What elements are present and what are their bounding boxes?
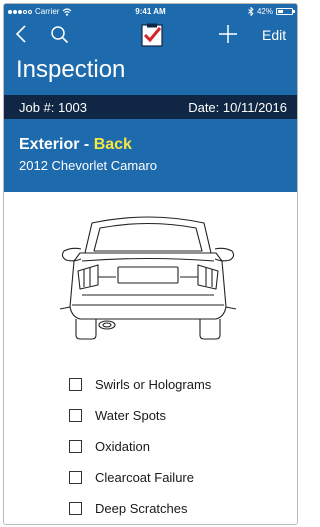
checklist-item-label: Swirls or Holograms (95, 376, 212, 392)
clipboard-check-logo-icon (141, 23, 163, 47)
plus-icon[interactable] (218, 24, 238, 44)
search-icon[interactable] (50, 25, 69, 44)
job-info-bar: Job #: 1003 Date: 10/11/2016 (4, 95, 297, 119)
checklist-item[interactable]: Swirls or Holograms (69, 374, 211, 394)
checkbox[interactable] (69, 470, 82, 484)
checklist-item-label: Deep Scratches (95, 500, 188, 516)
edit-button[interactable]: Edit (262, 27, 286, 43)
checkbox[interactable] (69, 408, 82, 422)
checklist-item[interactable]: Deep Scratches (69, 498, 188, 518)
job-date: Date: 10/11/2016 (188, 100, 287, 115)
job-number: Job #: 1003 (19, 100, 87, 115)
section-title: Exterior - Back (19, 136, 132, 154)
app-screen: Carrier 9:41 AM 42% Edit Inspection Job … (3, 3, 298, 525)
checklist-item-label: Clearcoat Failure (95, 469, 194, 485)
checkbox[interactable] (69, 439, 82, 453)
page-title: Inspection (16, 56, 126, 83)
status-bar: Carrier 9:41 AM 42% (4, 4, 297, 20)
vehicle-name: 2012 Chevorlet Camaro (19, 158, 158, 173)
car-rear-diagram[interactable] (52, 209, 244, 349)
checkbox[interactable] (69, 377, 82, 391)
chevron-left-icon[interactable] (14, 24, 28, 44)
bluetooth-icon (248, 7, 254, 16)
checklist-item[interactable]: Clearcoat Failure (69, 467, 194, 487)
battery-icon (276, 8, 295, 15)
checklist-item[interactable]: Water Spots (69, 405, 166, 425)
section-title-prefix: Exterior - (19, 136, 94, 153)
section-title-highlight: Back (93, 136, 132, 153)
battery-fill (278, 10, 283, 13)
battery-percent: 42% (256, 7, 273, 16)
checklist-item[interactable]: Oxidation (69, 436, 150, 456)
checklist-item-label: Oxidation (95, 438, 150, 454)
navigation-bar: Edit (4, 22, 297, 52)
battery-nub (293, 10, 295, 13)
section-header-panel: Exterior - Back 2012 Chevorlet Camaro (4, 119, 297, 192)
checklist-item-label: Water Spots (95, 407, 167, 423)
status-right: 42% (248, 7, 295, 16)
checkbox[interactable] (69, 501, 82, 515)
